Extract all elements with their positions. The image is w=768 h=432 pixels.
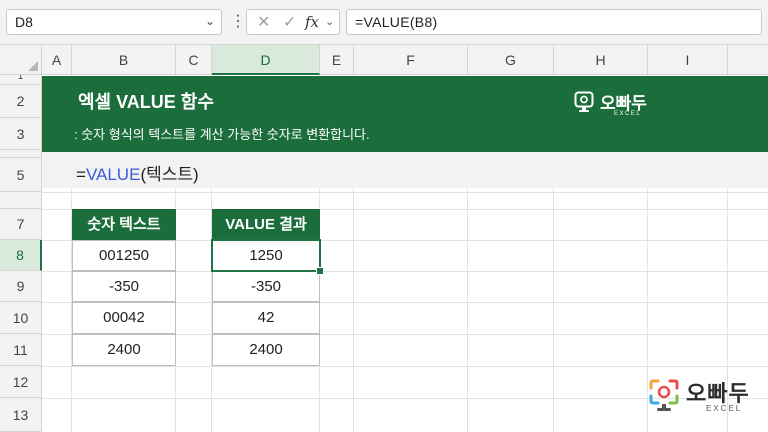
source-cell[interactable]: 00042 xyxy=(72,302,176,334)
row-header-2[interactable]: 2 xyxy=(0,85,42,118)
watermark-logo: 오빠두 EXCEL xyxy=(648,376,760,420)
gridline xyxy=(42,366,768,367)
syntax-equals: = xyxy=(76,165,86,184)
result-cell[interactable]: 2400 xyxy=(212,334,320,366)
source-cell[interactable]: 001250 xyxy=(72,240,176,271)
name-box-value: D8 xyxy=(15,14,33,30)
column-header-b[interactable]: B xyxy=(72,45,176,75)
column-header-f[interactable]: F xyxy=(354,45,468,75)
row-header-3[interactable]: 3 xyxy=(0,118,42,150)
result-cell[interactable]: 42 xyxy=(212,302,320,334)
row-header-13[interactable]: 13 xyxy=(0,398,42,432)
syntax-arguments: (텍스트) xyxy=(140,165,199,184)
column-header-filler xyxy=(728,45,768,75)
fill-handle[interactable] xyxy=(316,267,324,275)
result-cell[interactable]: -350 xyxy=(212,271,320,302)
watermark-tag: EXCEL xyxy=(706,404,743,413)
formula-text: =VALUE(B8) xyxy=(355,14,438,30)
row-header-9[interactable]: 9 xyxy=(0,271,42,302)
monitor-logo-icon xyxy=(574,91,594,112)
formula-bar: D8 ⌄ ⋮ ✕ ✓ fx ⌄ =VALUE(B8) xyxy=(0,0,768,45)
name-box[interactable]: D8 ⌄ xyxy=(6,9,222,35)
column-header-c[interactable]: C xyxy=(176,45,212,75)
column-header-d[interactable]: D xyxy=(212,45,320,75)
source-cell[interactable]: -350 xyxy=(72,271,176,302)
banner-logo: 오빠두 EXCEL xyxy=(574,89,674,123)
row-header-5[interactable]: 5 xyxy=(0,158,42,192)
source-cell[interactable]: 2400 xyxy=(72,334,176,366)
syntax-function-name: VALUE xyxy=(85,165,141,184)
result-cell-active[interactable]: 1250 xyxy=(211,239,321,272)
chevron-down-icon[interactable]: ⌄ xyxy=(205,14,215,28)
select-all-corner[interactable] xyxy=(0,45,42,75)
row-header-11[interactable]: 11 xyxy=(0,334,42,366)
row-header-4[interactable]: 4 xyxy=(0,150,42,158)
more-options-icon[interactable]: ⋮ xyxy=(230,11,246,31)
insert-function-icon[interactable]: fx xyxy=(305,13,319,31)
row-header-7[interactable]: 7 xyxy=(0,209,42,240)
syntax-band: =VALUE(텍스트) xyxy=(42,152,768,188)
colorful-monitor-logo-icon xyxy=(649,379,679,411)
chevron-down-icon[interactable]: ⌄ xyxy=(325,15,334,28)
banner-title: 엑셀 VALUE 함수 xyxy=(78,92,214,112)
row-header-8[interactable]: 8 xyxy=(0,240,42,271)
formula-buttons: ✕ ✓ fx ⌄ xyxy=(246,9,340,35)
column-header-g[interactable]: G xyxy=(468,45,554,75)
row-header-12[interactable]: 12 xyxy=(0,366,42,398)
enter-check-icon[interactable]: ✓ xyxy=(283,12,296,32)
cancel-icon[interactable]: ✕ xyxy=(257,12,270,32)
column-header-a[interactable]: A xyxy=(42,45,72,75)
title-banner: 엑셀 VALUE 함수 : 숫자 형식의 텍스트를 계산 가능한 숫자로 변환합… xyxy=(42,76,768,152)
banner-subtitle: : 숫자 형식의 텍스트를 계산 가능한 숫자로 변환합니다. xyxy=(74,127,370,142)
result-table-header[interactable]: VALUE 결과 xyxy=(212,209,320,240)
row-header-1[interactable]: 1 xyxy=(0,75,42,85)
column-header-i[interactable]: I xyxy=(648,45,728,75)
row-header-7-top xyxy=(0,192,42,209)
gridline xyxy=(42,192,768,193)
formula-input[interactable]: =VALUE(B8) xyxy=(346,9,762,35)
source-table-header[interactable]: 숫자 텍스트 xyxy=(72,209,176,240)
function-syntax: =VALUE(텍스트) xyxy=(76,160,199,185)
column-header-e[interactable]: E xyxy=(320,45,354,75)
banner-logo-tag: EXCEL xyxy=(614,111,642,117)
row-header-10[interactable]: 10 xyxy=(0,302,42,334)
column-header-h[interactable]: H xyxy=(554,45,648,75)
